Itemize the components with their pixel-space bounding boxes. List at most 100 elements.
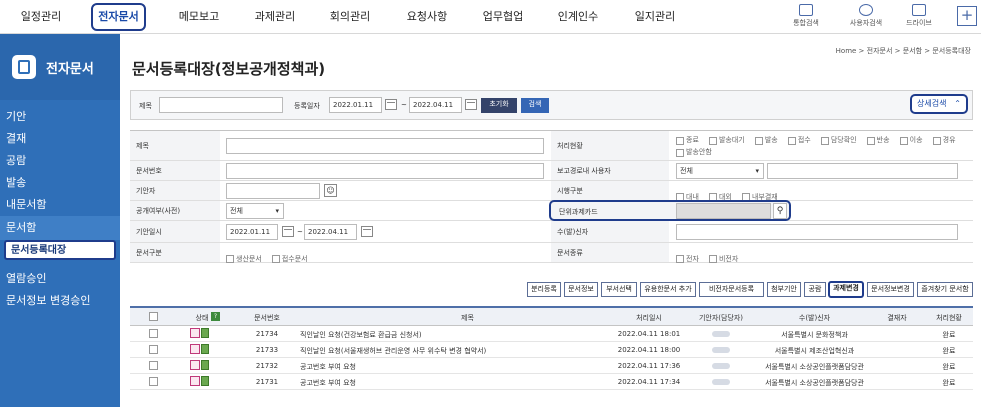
menu-task[interactable]: 과제관리 <box>246 0 304 34</box>
change-task-button[interactable]: 과제변경 <box>828 281 864 298</box>
sidebar-item-view-approval[interactable]: 열람승인 <box>0 268 120 290</box>
sidebar-item-circulation[interactable]: 공람 <box>0 150 120 172</box>
checkbox[interactable] <box>676 136 684 145</box>
checkbox[interactable] <box>899 136 908 145</box>
attach-draft-button[interactable]: 첨부기안 <box>767 282 801 297</box>
receiver-input[interactable] <box>676 224 958 240</box>
menu-handover[interactable]: 인계인수 <box>549 0 607 34</box>
drafter-input[interactable] <box>226 183 320 199</box>
menu-e-document[interactable]: 전자문서 <box>91 3 146 31</box>
row-checkbox[interactable] <box>149 345 158 354</box>
user-search-icon[interactable]: ☺ <box>324 184 337 197</box>
separate-register-button[interactable]: 분리등록 <box>527 282 561 297</box>
row-title[interactable]: 공고번호 부여 요청 <box>300 378 610 388</box>
table-header: 상태 ? 문서번호 제목 처리일시 기안자(담당자) 수(발)신자 결재자 처리… <box>130 308 973 326</box>
sidebar-item-document-box[interactable]: 문서함 <box>0 216 120 240</box>
sidebar-item-my-documents[interactable]: 내문서함 <box>0 194 120 216</box>
checkbox[interactable] <box>676 254 684 263</box>
open-select[interactable]: 전체 ▾ <box>226 203 284 219</box>
menu-schedule[interactable]: 일정관리 <box>12 0 70 34</box>
user-search-button[interactable]: 사용자검색 <box>846 3 886 31</box>
checkbox[interactable] <box>676 148 684 157</box>
doc-kind-option-label: 비전자 <box>718 254 739 263</box>
menu-journal[interactable]: 일지관리 <box>626 0 684 34</box>
row-checkbox[interactable] <box>149 329 158 338</box>
form-row: 공개여부(사전) 전체 ▾ 단위과제카드 ⚲ <box>130 200 973 221</box>
sidebar-subitem-registry[interactable]: 문서등록대장 <box>4 240 116 260</box>
menu-request[interactable]: 요청사항 <box>398 0 456 34</box>
form-label-docno: 문서번호 <box>130 161 220 180</box>
unit-card-input[interactable] <box>676 203 771 219</box>
add-useful-doc-button[interactable]: 유용한문서 추가 <box>640 282 696 297</box>
status-option-label: 발송 <box>764 136 778 144</box>
reset-button[interactable]: 초기화 <box>481 98 517 113</box>
sidebar-item-dispatch[interactable]: 발송 <box>0 172 120 194</box>
table-row[interactable]: 21732 공고번호 부여 요청 2022.04.11 17:36 서울특별시 … <box>130 358 973 374</box>
menu-collaboration[interactable]: 업무협업 <box>474 0 532 34</box>
search-icon[interactable]: ⚲ <box>773 203 787 219</box>
doc-kind-option-label: 전자 <box>686 254 699 263</box>
sidebar-item-info-change-approval[interactable]: 문서정보 변경승인 <box>0 290 120 312</box>
register-non-e-doc-button[interactable]: 비전자문서등록 <box>699 282 764 297</box>
header-title[interactable]: 제목 <box>330 313 605 323</box>
checkbox[interactable] <box>932 136 941 145</box>
change-doc-info-button[interactable]: 문서정보변경 <box>867 282 914 297</box>
doc-info-button[interactable]: 문서정보 <box>564 282 598 297</box>
status-option-label: 경유 <box>942 136 956 144</box>
draft-date-from[interactable]: 2022.01.11 <box>226 224 278 240</box>
row-status: 완료 <box>942 331 956 339</box>
title-search-input[interactable] <box>159 97 283 113</box>
favorite-box-button[interactable]: 즐겨찾기 문서함 <box>917 282 973 297</box>
drive-button[interactable]: 드라이브 <box>899 3 939 31</box>
form-label-doc-type: 문서구분 <box>130 243 220 262</box>
select-all-checkbox[interactable] <box>149 312 158 321</box>
circulate-button[interactable]: 공람 <box>804 282 826 297</box>
checkbox[interactable] <box>708 254 717 263</box>
advanced-search-form: 제목 처리현황 종료 발송대기 발송 접수 담당확인 반송 이송 경유 발송안함… <box>130 130 973 263</box>
row-docno: 21733 <box>255 346 279 354</box>
calendar-icon[interactable] <box>282 226 294 237</box>
report-user-select[interactable]: 전체 ▾ <box>676 163 764 179</box>
advanced-search-button[interactable]: 상세검색 ⌃ <box>910 94 968 114</box>
doc-status-icon <box>190 328 200 338</box>
date-from-input[interactable]: 2022.01.11 <box>329 97 382 113</box>
header-docno[interactable]: 문서번호 <box>242 313 292 323</box>
table-row[interactable]: 21733 직인날인 요청(서울재생허브 관리운영 사무 위수탁 변경 협약서)… <box>130 342 973 358</box>
table-row[interactable]: 21734 직인날인 요청(건강보험료 환급금 신청서) 2022.04.11 … <box>130 326 973 342</box>
help-icon[interactable]: ? <box>211 312 220 321</box>
sidebar-item-draft[interactable]: 기안 <box>0 106 120 128</box>
search-button[interactable]: 검색 <box>521 98 549 113</box>
report-user-input[interactable] <box>767 163 958 179</box>
dept-select-button[interactable]: 부서선택 <box>601 282 637 297</box>
top-navigation: 일정관리 전자문서 메모보고 과제관리 회의관리 요청사항 업무협업 인계인수 … <box>0 0 981 34</box>
row-title[interactable]: 직인날인 요청(건강보험료 환급금 신청서) <box>300 330 610 340</box>
date-to-input[interactable]: 2022.04.11 <box>409 97 462 113</box>
draft-date-to[interactable]: 2022.04.11 <box>304 224 357 240</box>
add-button[interactable]: + <box>957 6 977 26</box>
menu-meeting[interactable]: 회의관리 <box>321 0 379 34</box>
checkbox[interactable] <box>226 254 234 263</box>
checkbox[interactable] <box>708 136 717 145</box>
form-title-input[interactable] <box>226 138 544 154</box>
menu-memo-report[interactable]: 메모보고 <box>170 0 228 34</box>
table-row[interactable]: 21731 공고번호 부여 요청 2022.04.11 17:34 서울특별시 … <box>130 374 973 390</box>
integrated-search-button[interactable]: 통합검색 <box>786 3 826 31</box>
user-search-label: 사용자검색 <box>849 19 883 27</box>
checkbox[interactable] <box>271 254 280 263</box>
form-label-receiver: 수(발)신자 <box>551 221 669 242</box>
calendar-icon[interactable] <box>385 99 397 110</box>
checkbox[interactable] <box>866 136 875 145</box>
doc-kind-checkbox-group: 전자 비전자 <box>676 248 743 267</box>
checkbox[interactable] <box>787 136 796 145</box>
calendar-icon[interactable] <box>465 99 477 110</box>
quick-search-bar: 제목 등록일자 2022.01.11 ~ 2022.04.11 초기화 검색 <box>130 90 973 120</box>
form-docno-input[interactable] <box>226 163 544 179</box>
row-checkbox[interactable] <box>149 361 158 370</box>
calendar-icon[interactable] <box>361 226 373 237</box>
checkbox[interactable] <box>820 136 829 145</box>
row-title[interactable]: 직인날인 요청(서울재생허브 관리운영 사무 위수탁 변경 협약서) <box>300 346 610 356</box>
row-title[interactable]: 공고번호 부여 요청 <box>300 362 610 372</box>
sidebar-item-approval[interactable]: 결재 <box>0 128 120 150</box>
row-checkbox[interactable] <box>149 377 158 386</box>
checkbox[interactable] <box>754 136 763 145</box>
